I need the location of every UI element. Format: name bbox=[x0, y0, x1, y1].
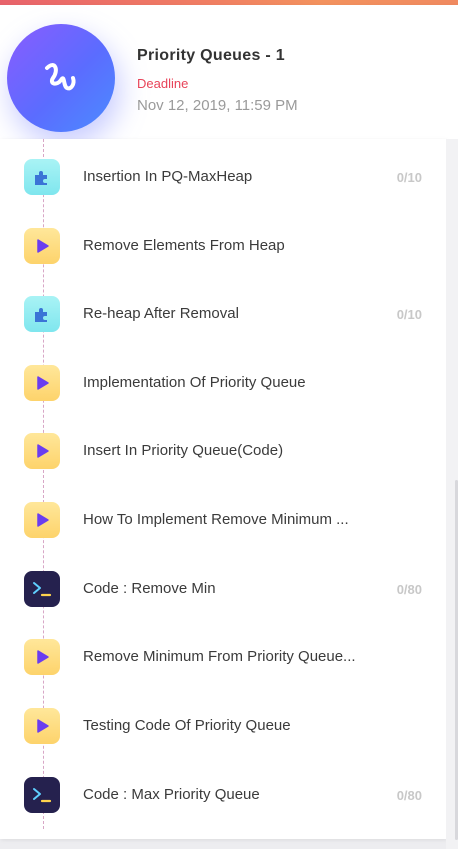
item-score: 0/80 bbox=[396, 788, 422, 803]
item-label: Remove Elements From Heap bbox=[83, 237, 285, 254]
list-item[interactable]: How To Implement Remove Minimum ... bbox=[0, 500, 446, 540]
play-icon bbox=[24, 502, 60, 538]
item-label: Implementation Of Priority Queue bbox=[83, 374, 306, 391]
play-icon bbox=[24, 433, 60, 469]
list-item[interactable]: Remove Elements From Heap bbox=[0, 226, 446, 266]
list-item[interactable]: Testing Code Of Priority Queue bbox=[0, 706, 446, 746]
item-score: 0/10 bbox=[396, 170, 422, 185]
item-label: Remove Minimum From Priority Queue... bbox=[83, 648, 356, 665]
puzzle-icon bbox=[24, 296, 60, 332]
list-item[interactable]: Implementation Of Priority Queue bbox=[0, 363, 446, 403]
list-item[interactable]: Code : Max Priority Queue 0/80 bbox=[0, 775, 446, 815]
item-label: Testing Code Of Priority Queue bbox=[83, 717, 291, 734]
header: Priority Queues - 1 Deadline Nov 12, 201… bbox=[0, 5, 458, 145]
item-label: Insert In Priority Queue(Code) bbox=[83, 442, 284, 459]
item-label: Insertion In PQ-MaxHeap bbox=[83, 168, 253, 185]
list-item[interactable]: Remove Minimum From Priority Queue... bbox=[0, 637, 446, 677]
squiggle-logo-icon bbox=[7, 24, 115, 132]
terminal-icon bbox=[24, 571, 60, 607]
page-title: Priority Queues - 1 bbox=[137, 47, 285, 64]
play-icon bbox=[24, 365, 60, 401]
terminal-icon bbox=[24, 777, 60, 813]
item-score: 0/10 bbox=[396, 307, 422, 322]
item-score: 0/80 bbox=[396, 582, 422, 597]
play-icon bbox=[24, 639, 60, 675]
list-item[interactable]: Insert In Priority Queue(Code) bbox=[0, 431, 446, 471]
deadline-label: Deadline bbox=[137, 76, 189, 91]
item-label: Code : Remove Min bbox=[83, 580, 216, 597]
item-label: How To Implement Remove Minimum ... bbox=[83, 511, 349, 528]
play-icon bbox=[24, 228, 60, 264]
puzzle-icon bbox=[24, 159, 60, 195]
list-item[interactable]: Insertion In PQ-MaxHeap 0/10 bbox=[0, 157, 446, 197]
list-item[interactable]: Re-heap After Removal 0/10 bbox=[0, 294, 446, 334]
item-label: Re-heap After Removal bbox=[83, 305, 239, 322]
list-item[interactable]: Code : Remove Min 0/80 bbox=[0, 569, 446, 609]
item-label: Code : Max Priority Queue bbox=[83, 786, 260, 803]
deadline-date: Nov 12, 2019, 11:59 PM bbox=[137, 97, 298, 114]
play-icon bbox=[24, 708, 60, 744]
